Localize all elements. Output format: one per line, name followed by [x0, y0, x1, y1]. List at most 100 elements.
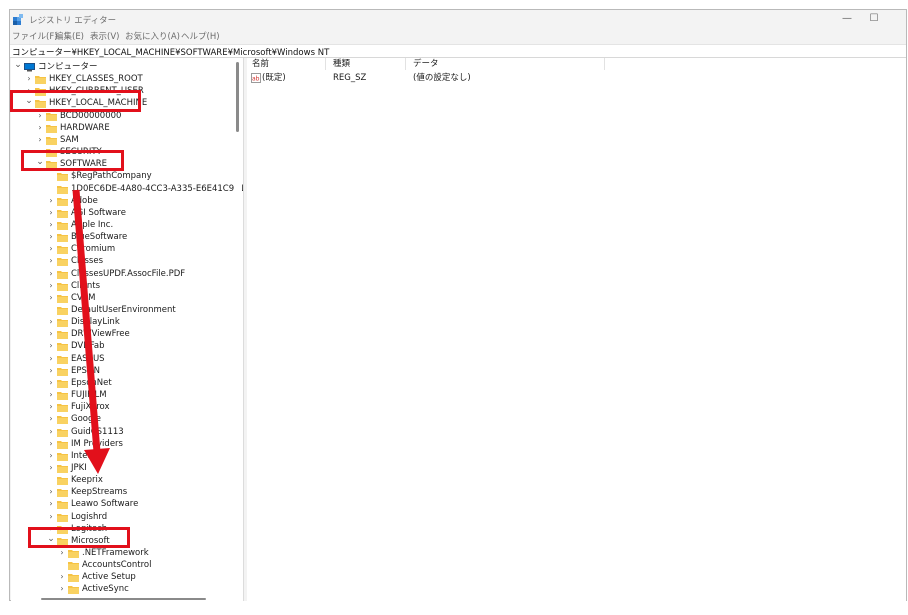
folder-icon [57, 197, 68, 206]
chevron-right-icon[interactable]: › [57, 571, 67, 583]
chevron-right-icon[interactable]: › [46, 401, 56, 413]
folder-icon [57, 392, 68, 401]
chevron-right-icon[interactable]: › [24, 73, 34, 85]
tree-item-label: FujiXerox [71, 402, 110, 413]
chevron-right-icon[interactable]: › [46, 268, 56, 280]
column-divider[interactable] [325, 58, 326, 70]
chevron-right-icon[interactable]: › [46, 219, 56, 231]
tree-scroll-thumb[interactable] [236, 62, 239, 132]
tree-item-label: HARDWARE [60, 122, 110, 133]
tree-item-label: DVDFab [71, 341, 105, 352]
folder-icon [57, 234, 68, 243]
chevron-right-icon[interactable]: › [46, 231, 56, 243]
tree-item-label: Leawo Software [71, 499, 139, 510]
tree-item-label: Active Setup [82, 572, 136, 583]
svg-text:ab: ab [252, 76, 260, 83]
value-data: (値の設定なし) [413, 73, 471, 83]
tree-item-label: AccountsControl [82, 560, 152, 571]
chevron-right-icon[interactable]: › [46, 426, 56, 438]
tree-item-label: JPKI [71, 462, 87, 473]
chevron-right-icon[interactable]: › [46, 438, 56, 450]
folder-icon [57, 428, 68, 437]
folder-icon [57, 513, 68, 522]
folder-icon [46, 112, 57, 121]
column-divider[interactable] [405, 58, 406, 70]
values-pane[interactable]: 名前 種類 データ ab (既定) REG_SZ (値の設定なし) [247, 58, 906, 601]
tree-vertical-scrollbar[interactable] [234, 58, 242, 601]
chevron-right-icon[interactable]: › [46, 462, 56, 474]
chevron-right-icon[interactable]: › [46, 243, 56, 255]
chevron-right-icon[interactable]: › [46, 328, 56, 340]
tree-item-label: EPSON [71, 365, 100, 376]
chevron-right-icon[interactable]: › [46, 280, 56, 292]
tree-hscroll-thumb[interactable] [41, 598, 206, 600]
tree-item-label: DefaultUserEnvironment [71, 305, 176, 315]
chevron-right-icon[interactable]: › [46, 255, 56, 267]
folder-icon [57, 185, 68, 194]
address-path[interactable]: コンピューター¥HKEY_LOCAL_MACHINE¥SOFTWARE¥Micr… [12, 46, 329, 58]
string-value-icon: ab [251, 73, 261, 83]
menu-favorites[interactable]: お気に入り(A) [125, 30, 180, 42]
chevron-right-icon[interactable]: › [57, 583, 67, 595]
key-tree-pane[interactable]: ⌄ コンピューター › HKEY_CLASSES_ROOT › HKEY_CURRENT_… [11, 58, 244, 601]
folder-icon [46, 124, 57, 133]
tree-item-label: BlueSoftware [71, 232, 128, 243]
chevron-right-icon[interactable]: › [46, 377, 56, 389]
highlight-box-microsoft [28, 527, 130, 548]
chevron-down-icon[interactable]: ⌄ [13, 61, 23, 73]
registry-editor-icon [13, 14, 23, 25]
folder-icon [57, 379, 68, 388]
tree-horizontal-scrollbar[interactable] [11, 598, 233, 601]
menu-file[interactable]: ファイル(F) [12, 30, 58, 42]
chevron-right-icon[interactable]: › [46, 511, 56, 523]
column-divider[interactable] [604, 58, 605, 70]
computer-icon [24, 63, 35, 72]
address-bar[interactable]: コンピューター¥HKEY_LOCAL_MACHINE¥SOFTWARE¥Micr… [10, 44, 906, 58]
tree-item-label: Google [71, 414, 101, 425]
folder-icon [57, 367, 68, 376]
chevron-right-icon[interactable]: › [46, 389, 56, 401]
tree-item-label: IM Providers [71, 438, 123, 449]
chevron-right-icon[interactable]: › [46, 292, 56, 304]
tree-item-label: $RegPathCompany [71, 171, 152, 182]
tree-item-label: ClassesUPDF.AssocFile.PDF [71, 268, 186, 279]
value-name[interactable]: (既定) [262, 72, 286, 84]
folder-icon [57, 343, 68, 352]
chevron-right-icon[interactable]: › [46, 195, 56, 207]
folder-icon [57, 319, 68, 328]
value-type: REG_SZ [333, 73, 367, 83]
column-header-data[interactable]: データ [413, 58, 439, 70]
folder-icon [57, 294, 68, 303]
chevron-right-icon[interactable]: › [46, 207, 56, 219]
chevron-right-icon[interactable]: › [57, 547, 67, 559]
column-header-name[interactable]: 名前 [252, 58, 269, 70]
chevron-right-icon[interactable]: › [35, 122, 45, 134]
column-header-type[interactable]: 種類 [333, 58, 350, 70]
menu-help[interactable]: ヘルプ(H) [181, 30, 220, 42]
chevron-right-icon[interactable]: › [46, 365, 56, 377]
tree-item-label: Intel [71, 450, 90, 461]
chevron-right-icon[interactable]: › [46, 340, 56, 352]
chevron-right-icon[interactable]: › [35, 134, 45, 146]
tree-item-label: Apple Inc. [71, 219, 114, 230]
folder-icon [57, 404, 68, 413]
folder-icon [57, 221, 68, 230]
folder-icon [57, 501, 68, 510]
maximize-button[interactable]: ☐ [867, 13, 881, 25]
tree-item-label: Logishrd [71, 511, 108, 522]
menu-view[interactable]: 表示(V) [90, 30, 119, 42]
chevron-right-icon[interactable]: › [46, 316, 56, 328]
highlight-box-hklm [10, 90, 141, 112]
folder-icon [57, 464, 68, 473]
chevron-right-icon[interactable]: › [46, 498, 56, 510]
folder-icon [68, 562, 79, 571]
minimize-button[interactable]: — [840, 13, 854, 25]
chevron-right-icon[interactable]: › [46, 353, 56, 365]
chevron-right-icon[interactable]: › [46, 413, 56, 425]
tree-item-label: SAM [60, 134, 79, 145]
chevron-right-icon[interactable]: › [46, 450, 56, 462]
tree-item-label: GuidCS1113 [71, 426, 124, 437]
folder-icon [57, 355, 68, 364]
menu-edit[interactable]: 編集(E) [55, 30, 84, 42]
chevron-right-icon[interactable]: › [46, 486, 56, 498]
